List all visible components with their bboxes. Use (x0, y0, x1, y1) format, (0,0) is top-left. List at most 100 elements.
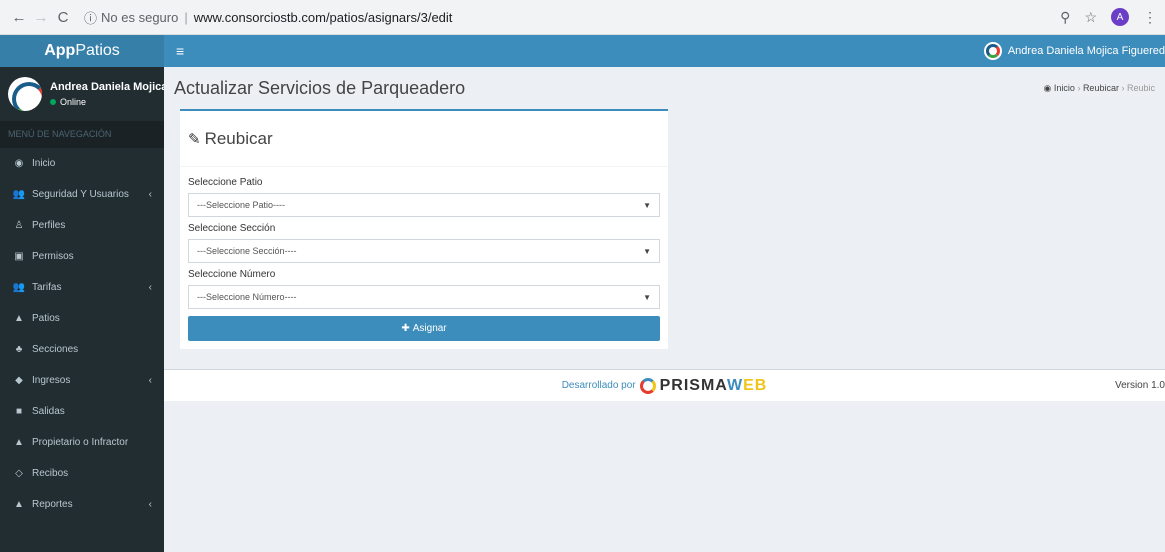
sidebar-item-salidas[interactable]: ■ Salidas (0, 396, 164, 427)
patio-label: Seleccione Patio (188, 177, 263, 188)
male-icon: ♙ (14, 220, 24, 231)
sidebar-item-label: Ingresos (32, 375, 71, 386)
address-bar[interactable]: ⓘ No es seguro | www.consorciostb.com/pa… (84, 8, 452, 27)
seccion-select[interactable]: ---Seleccione Sección---- ▼ (188, 239, 660, 263)
sidebar-item-label: Propietario o Infractor (32, 437, 129, 448)
box-body: Seleccione Patio ---Seleccione Patio----… (180, 167, 668, 341)
sidebar-item-label: Tarifas (32, 282, 62, 293)
app-logo[interactable]: App Patios (0, 35, 164, 67)
profile-avatar[interactable]: A (1111, 8, 1129, 26)
main-area: ≡ Andrea Daniela Mojica Figuered Actuali… (164, 35, 1165, 552)
box-header: ✎ Reubicar (180, 111, 668, 167)
browser-actions: ⚲ ☆ A ⋮ (1060, 8, 1157, 26)
prisma-logo-icon (639, 377, 656, 394)
avatar (983, 42, 1002, 60)
sidebar-item-label: Salidas (32, 406, 65, 417)
logo-rest: Patios (75, 42, 120, 59)
avatar (8, 77, 42, 111)
form-box: ✎ Reubicar Seleccione Patio ---Seleccion… (180, 109, 668, 349)
prisma-w: W (726, 376, 744, 394)
child-icon: ♣ (15, 344, 23, 355)
sidebar-toggle-icon[interactable]: ≡ (176, 43, 184, 59)
user-panel: Andrea Daniela Mojica F Online (0, 67, 164, 121)
breadcrumb: ◉ Inicio › Reubicar › Reubic (1044, 83, 1155, 94)
sidebar-item-ingresos[interactable]: ◆ Ingresos ‹ (0, 365, 164, 396)
sidebar-item-patios[interactable]: ▲ Patios (0, 303, 164, 334)
info-icon[interactable]: ⓘ (84, 8, 97, 27)
sidebar-item-label: Patios (32, 313, 60, 324)
version-text: Version 1.0 (1114, 380, 1165, 391)
chevron-left-icon: ‹ (148, 375, 152, 386)
footer-credit: Desarrollado por PRISMAWEB (164, 377, 1165, 395)
sidebar-nav: ◉ Inicio 👥 Seguridad Y Usuarios ‹ ♙ Perfiles ▣ P… (0, 148, 164, 520)
bus-icon: ■ (15, 406, 23, 417)
url-text[interactable]: www.consorciostb.com/patios/asignars/3/e… (194, 10, 453, 25)
plus-icon: ✚ (401, 323, 410, 334)
area-chart-icon: ▲ (14, 313, 24, 324)
sidebar-item-seguridad-y-usuarios[interactable]: 👥 Seguridad Y Usuarios ‹ (0, 179, 164, 210)
top-user-menu[interactable]: Andrea Daniela Mojica Figuered (983, 42, 1165, 60)
browser-toolbar: ← → C ⓘ No es seguro | www.consorciostb.… (0, 0, 1165, 35)
caret-down-icon: ▼ (643, 292, 651, 302)
sidebar-item-permisos[interactable]: ▣ Permisos (0, 241, 164, 272)
prisma-logo[interactable]: PRISMAWEB (660, 377, 768, 395)
numero-label: Seleccione Número (188, 269, 276, 280)
sidebar-item-label: Reportes (32, 499, 73, 510)
sidebar-item-perfiles[interactable]: ♙ Perfiles (0, 210, 164, 241)
breadcrumb-item[interactable]: Reubicar (1083, 83, 1119, 93)
sidebar-item-label: Seguridad Y Usuarios (32, 189, 129, 200)
sidebar-item-label: Recibos (32, 468, 69, 479)
page-title: Actualizar Servicios de Parqueadero (174, 77, 466, 98)
chevron-left-icon: ‹ (148, 189, 152, 200)
star-icon[interactable]: ☆ (1084, 9, 1097, 26)
caret-down-icon: ▼ (643, 246, 651, 256)
code-icon: ◇ (15, 468, 23, 479)
breadcrumb-current: Reubic (1126, 82, 1155, 93)
top-user-name: Andrea Daniela Mojica Figuered (1007, 45, 1165, 57)
user-status: Online (50, 97, 164, 107)
logo-bold: App (44, 42, 76, 59)
sidebar-item-recibos[interactable]: ◇ Recibos (0, 458, 164, 489)
content: Actualizar Servicios de Parqueadero ◉ In… (164, 67, 1165, 552)
user-icon: ▲ (14, 437, 24, 448)
security-label: No es seguro (101, 9, 179, 25)
numero-select-value: ---Seleccione Número---- (197, 292, 297, 302)
users-icon: 👥 (12, 282, 26, 293)
sidebar-item-label: Secciones (32, 344, 79, 355)
forward-icon[interactable]: → (30, 9, 52, 26)
seccion-label: Seleccione Sección (188, 223, 276, 234)
prisma-eb: EB (743, 376, 768, 394)
prisma-text: PRISMA (659, 376, 727, 394)
sidebar-item-secciones[interactable]: ♣ Secciones (0, 334, 164, 365)
user-info: Andrea Daniela Mojica F Online (50, 81, 164, 107)
assign-button[interactable]: ✚ Asignar (188, 316, 660, 341)
developed-by-text: Desarrollado por (561, 380, 636, 391)
footer: Desarrollado por PRISMAWEB Version 1.0 (164, 369, 1165, 401)
status-text: Online (60, 97, 87, 107)
sidebar-item-propietario-o-infractor[interactable]: ▲ Propietario o Infractor (0, 427, 164, 458)
sidebar-item-tarifas[interactable]: 👥 Tarifas ‹ (0, 272, 164, 303)
dashboard-icon: ◉ (1043, 82, 1052, 93)
car-icon: ◆ (15, 375, 23, 386)
users-icon: 👥 (12, 189, 26, 200)
area-chart-icon: ▲ (14, 499, 24, 510)
sidebar-item-inicio[interactable]: ◉ Inicio (0, 148, 164, 179)
breadcrumb-home[interactable]: Inicio (1054, 83, 1075, 93)
sidebar-item-reportes[interactable]: ▲ Reportes ‹ (0, 489, 164, 520)
user-name: Andrea Daniela Mojica F (50, 81, 164, 93)
assign-button-label: Asignar (412, 323, 447, 334)
sidebar: AppPatios Andrea Daniela Mojica F Online… (0, 35, 164, 552)
app-shell: AppPatios Andrea Daniela Mojica F Online… (0, 35, 1165, 552)
patio-select[interactable]: ---Seleccione Patio---- ▼ (188, 193, 660, 217)
numero-select[interactable]: ---Seleccione Número---- ▼ (188, 285, 660, 309)
pencil-icon: ✎ (188, 130, 201, 148)
topbar: ≡ Andrea Daniela Mojica Figuered (164, 35, 1165, 67)
menu-icon[interactable]: ⋮ (1143, 9, 1157, 26)
book-icon: ▣ (14, 251, 24, 262)
sidebar-item-label: Perfiles (32, 220, 66, 231)
zoom-icon[interactable]: ⚲ (1060, 9, 1070, 26)
chevron-left-icon: ‹ (148, 499, 152, 510)
seccion-select-value: ---Seleccione Sección---- (197, 246, 297, 256)
back-icon[interactable]: ← (8, 9, 30, 26)
reload-icon[interactable]: C (52, 9, 74, 26)
